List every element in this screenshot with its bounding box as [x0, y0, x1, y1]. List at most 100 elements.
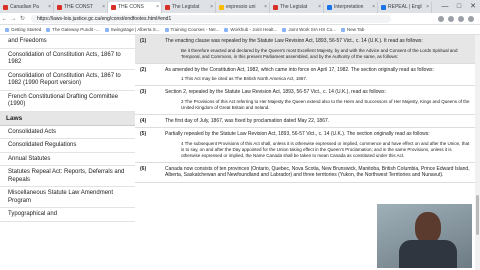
tab-favicon-icon [219, 5, 224, 10]
bookmark-item[interactable]: Swingstage | Alberta S... [104, 27, 160, 32]
bookmark-icon [341, 27, 345, 32]
sidebar-link[interactable]: Annual Statutes [0, 153, 135, 166]
footnote-text-block: Canada now consists of ten provinces (On… [165, 163, 480, 182]
browser-tab[interactable]: The Legislat × [162, 2, 216, 13]
bookmark-label: New Tab [347, 27, 365, 32]
footnote-row: (1) The enacting clause was repealed by t… [135, 35, 480, 64]
footnote-number[interactable]: (5) [135, 128, 165, 162]
footnote-row: (2) As amended by the Constitution Act, 1… [135, 64, 480, 86]
footnote-number[interactable]: (3) [135, 86, 165, 114]
tab-strip: Canadian Pa × THE CONST × THE CONS × The Legis… [0, 0, 480, 13]
tab-title: REPEAL | Engl [388, 4, 422, 10]
minimize-icon[interactable]: — [438, 0, 452, 13]
footnote-text-block: Partially repealed by the Statute Law Re… [165, 128, 480, 162]
footnote-number[interactable]: (2) [135, 64, 165, 86]
footnote-original-text: 4 The subsequent Provisions of this Act … [181, 140, 470, 158]
footnote-text: Section 2, repealed by the Statute Law R… [165, 89, 386, 95]
sidebar-link[interactable]: Consolidation of Constitution Acts, 1867… [0, 70, 135, 91]
sidebar-link[interactable]: Consolidated Acts [0, 126, 135, 139]
tab-close-icon[interactable]: × [210, 2, 213, 13]
close-icon[interactable]: ✕ [466, 0, 480, 13]
footnote-text: Partially repealed by the Statute Law Re… [165, 131, 430, 137]
extensions-icon[interactable] [448, 15, 454, 22]
footnote-row: (5) Partially repealed by the Statute Law… [135, 128, 480, 163]
scrollbar-thumb[interactable] [476, 195, 479, 235]
profile-avatar-icon[interactable] [458, 15, 464, 22]
bookmark-icon [282, 27, 287, 32]
toolbar-icons [438, 15, 480, 22]
footnote-number[interactable]: (1) [135, 35, 165, 63]
sidebar-link[interactable]: Statutes Repeal Act: Reports, Deferrals … [0, 166, 135, 187]
footnote-text: The first day of July, 1867, was fixed b… [165, 117, 330, 124]
sidebar-link[interactable]: Consolidated Regulations [0, 139, 135, 153]
tab-list: Canadian Pa × THE CONST × THE CONS × The Legis… [0, 0, 432, 13]
bookmark-label: Training Courses - Net... [170, 27, 220, 32]
tab-close-icon[interactable]: × [372, 2, 375, 13]
bookmark-item[interactable]: New Tab [341, 27, 364, 32]
browser-tab[interactable]: THE CONS × [108, 2, 162, 13]
laws-heading: Laws [0, 111, 135, 126]
tab-close-icon[interactable]: × [102, 2, 105, 13]
footnote-number[interactable]: (6) [135, 163, 165, 182]
sidebar-link[interactable]: and Freedoms [0, 35, 135, 49]
tab-title: THE CONS [118, 4, 144, 10]
bookmark-item[interactable]: Joint Work SIA HS Co... [282, 27, 336, 32]
footnote-text: The enacting clause was repealed by the … [165, 38, 423, 44]
browser-tab[interactable]: Interpretation × [324, 2, 378, 13]
tab-close-icon[interactable]: × [48, 2, 51, 13]
bookmark-icon [46, 27, 51, 32]
tab-title: Interpretation [334, 4, 364, 10]
bookmark-label: Joint Work SIA HS Co... [288, 27, 336, 32]
bookmark-item[interactable]: Workhub - Joint Healt... [224, 27, 277, 32]
footnote-row: (4) The first day of July, 1867, was fixe… [135, 115, 480, 128]
bookmark-icon [164, 27, 169, 32]
presenter-body [399, 240, 457, 268]
footnote-text-block: As amended by the Constitution Act, 1982… [165, 64, 480, 86]
sidebar-link[interactable]: Consolidation of Constitution Acts, 1867… [0, 49, 135, 70]
bookmark-icon [104, 27, 109, 32]
back-icon[interactable]: ← [0, 16, 9, 22]
bookmark-item[interactable]: Training Courses - Net... [164, 27, 220, 32]
tab-close-icon[interactable]: × [156, 2, 159, 13]
bookmark-label: Workhub - Joint Healt... [230, 27, 278, 32]
webcam-overlay [377, 204, 472, 268]
bookmark-item[interactable]: Getting Started [5, 27, 41, 32]
bookmark-icon [224, 27, 229, 32]
tab-title: The Legislat [172, 4, 200, 10]
tab-favicon-icon [165, 5, 170, 10]
url-input[interactable]: https://laws-lois.justice.gc.ca/eng/cons… [31, 14, 391, 23]
tab-favicon-icon [327, 5, 332, 10]
tab-favicon-icon [57, 5, 62, 10]
browser-tab[interactable]: THE CONST × [54, 2, 108, 13]
tab-favicon-icon [111, 5, 116, 10]
maximize-icon[interactable]: □ [452, 0, 466, 13]
tab-close-icon[interactable]: × [318, 2, 321, 13]
footnote-text-block: The first day of July, 1867, was fixed b… [165, 115, 480, 128]
footnote-number[interactable]: (4) [135, 115, 165, 128]
bookmark-label: Getting Started [11, 27, 42, 32]
bookmark-label: The Gateway Pundit -... [52, 27, 100, 32]
reload-icon[interactable]: ↻ [18, 15, 27, 22]
bookmarks-bar: Getting Started The Gateway Pundit -... Sw… [0, 25, 480, 35]
menu-icon[interactable] [468, 15, 474, 22]
address-bar-row: ← → ↻ https://laws-lois.justice.gc.ca/en… [0, 13, 480, 25]
browser-tab[interactable]: expressio uni × [216, 2, 270, 13]
footnote-text: Canada now consists of ten provinces (On… [165, 165, 470, 179]
footnote-text-block: The enacting clause was repealed by the … [165, 35, 480, 63]
scrollbar[interactable] [475, 35, 480, 270]
bookmark-label: Swingstage | Alberta S... [110, 27, 160, 32]
sidebar-link[interactable]: French Constitutional Drafting Committee… [0, 91, 135, 112]
tab-close-icon[interactable]: × [264, 2, 267, 13]
sidebar-link[interactable]: Typographical and [0, 208, 135, 222]
browser-tab[interactable]: The Legislat × [270, 2, 324, 13]
bookmark-star-icon[interactable] [438, 15, 444, 22]
forward-icon[interactable]: → [9, 16, 18, 22]
footnote-row: (3) Section 2, repealed by the Statute La… [135, 86, 480, 115]
sidebar-link[interactable]: Miscellaneous Statute Law Amendment Prog… [0, 187, 135, 208]
browser-tab[interactable]: Canadian Pa × [0, 2, 54, 13]
tab-title: Canadian Pa [10, 4, 39, 10]
browser-tab[interactable]: REPEAL | Engl × [378, 2, 432, 13]
footnote-original-text: Be it therefore enacted and declared by … [181, 47, 458, 59]
tab-close-icon[interactable]: × [426, 2, 429, 13]
bookmark-item[interactable]: The Gateway Pundit -... [46, 27, 100, 32]
